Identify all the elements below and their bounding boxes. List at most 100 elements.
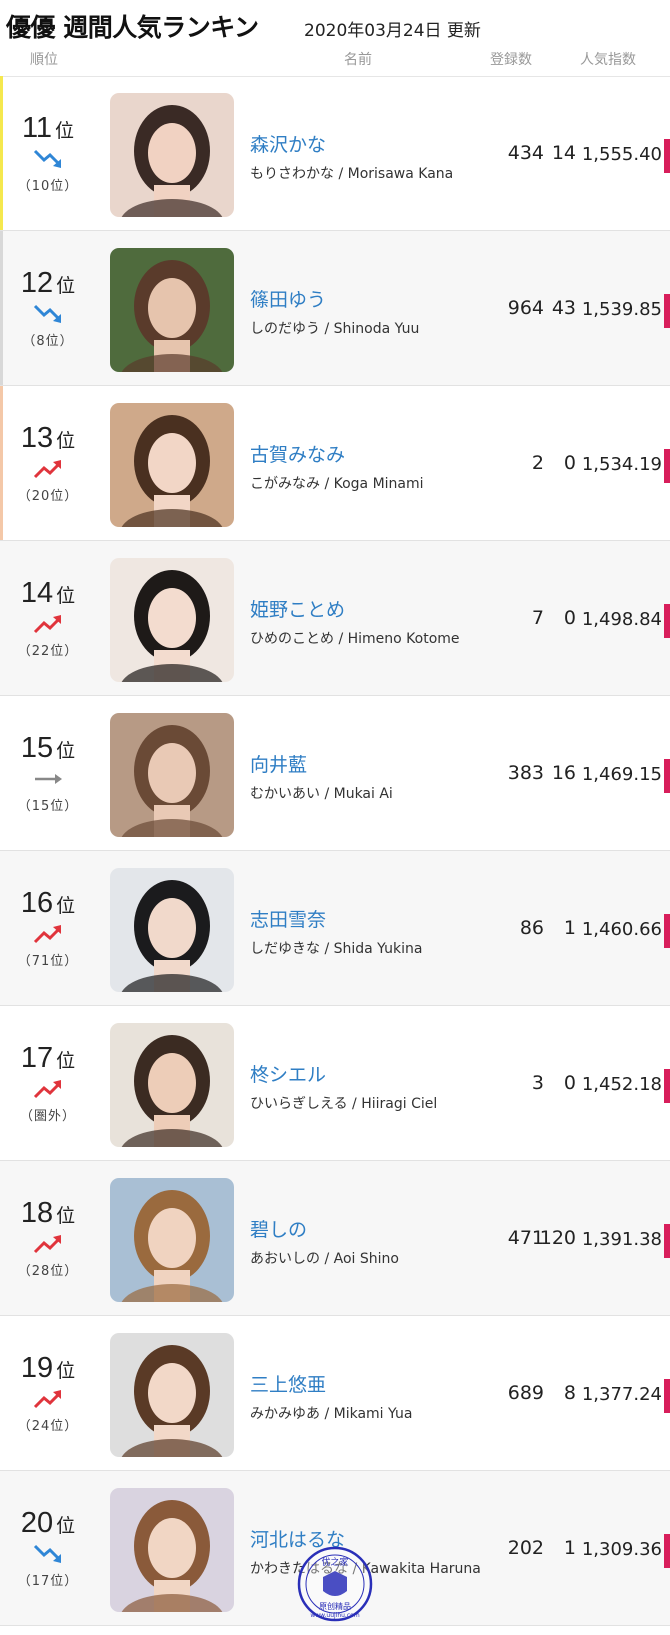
column-name: 名前 xyxy=(344,52,372,68)
popularity-index: 1,309.36 xyxy=(581,1539,662,1560)
column-popularity: 人気指数 xyxy=(580,52,636,68)
ranking-row[interactable]: 16 位 （71位） 志田雪奈 しだゆきな / Shida Yukina 86 1… xyxy=(0,851,670,1006)
profile-photo[interactable] xyxy=(110,403,234,527)
rank-cell: 12 位 （8位） xyxy=(0,267,96,349)
actress-name-link[interactable]: 柊シエル xyxy=(250,1060,490,1087)
previous-rank: （28位） xyxy=(17,1264,79,1279)
actress-name-link[interactable]: 向井藍 xyxy=(250,750,490,777)
popularity-index: 1,555.40 xyxy=(581,144,662,165)
actress-reading: みかみゆあ / Mikami Yua xyxy=(250,1406,413,1422)
rank-cell: 11 位 （10位） xyxy=(0,112,96,194)
registration-count: 471 xyxy=(507,1227,544,1249)
registration-change: 8 xyxy=(563,1382,576,1404)
ranking-row[interactable]: 11 位 （10位） 森沢かな もりさわかな / Morisawa Kana 43… xyxy=(0,76,670,231)
previous-rank: （24位） xyxy=(17,1419,79,1434)
registration-count: 3 xyxy=(531,1072,544,1094)
ranking-row[interactable]: 12 位 （8位） 篠田ゆう しのだゆう / Shinoda Yuu 964 43… xyxy=(0,231,670,386)
rank-number: 15 xyxy=(20,732,54,764)
column-registrations: 登録数 xyxy=(490,52,532,68)
actress-name-link[interactable]: 碧しの xyxy=(250,1215,490,1242)
profile-photo[interactable] xyxy=(110,558,234,682)
popularity-index: 1,460.66 xyxy=(581,919,662,940)
popularity-index: 1,498.84 xyxy=(581,609,662,630)
rank-suffix: 位 xyxy=(56,740,76,762)
ranking-row[interactable]: 19 位 （24位） 三上悠亜 みかみゆあ / Mikami Yua 689 8 … xyxy=(0,1316,670,1471)
actress-reading: しだゆきな / Shida Yukina xyxy=(250,941,423,957)
ranking-row[interactable]: 17 位 （圏外） 柊シエル ひいらぎしえる / Hiiragi Ciel 3 0… xyxy=(0,1006,670,1161)
actress-name-link[interactable]: 古賀みなみ xyxy=(250,440,490,467)
previous-rank: （20位） xyxy=(17,489,79,504)
registration-count: 964 xyxy=(507,297,544,319)
registration-count: 202 xyxy=(507,1537,544,1559)
trend-icon xyxy=(0,1387,96,1415)
rank-suffix: 位 xyxy=(56,430,76,452)
actress-reading: ひめのことめ / Himeno Kotome xyxy=(250,631,460,647)
profile-photo[interactable] xyxy=(110,1178,234,1302)
actress-name-link[interactable]: 志田雪奈 xyxy=(250,905,490,932)
trend-icon xyxy=(0,457,96,485)
popularity-index: 1,391.38 xyxy=(581,1229,662,1250)
previous-rank: （15位） xyxy=(17,799,79,814)
rank-number: 18 xyxy=(20,1197,54,1229)
profile-photo[interactable] xyxy=(110,868,234,992)
trend-icon xyxy=(0,922,96,950)
trend-icon xyxy=(0,302,96,330)
trend-icon xyxy=(0,1232,96,1260)
profile-photo[interactable] xyxy=(110,248,234,372)
watermark-bottom-text: 原创精品 xyxy=(319,1601,351,1611)
popularity-index: 1,534.19 xyxy=(581,454,662,475)
rank-cell: 16 位 （71位） xyxy=(0,887,96,969)
watermark-top-text: 优之家 xyxy=(321,1556,348,1568)
registration-change: 14 xyxy=(551,142,576,164)
page-header: 優優 週間人気ランキン 2020年03月24日 更新 xyxy=(0,0,670,48)
registration-change: 0 xyxy=(563,1072,576,1094)
ranking-row[interactable]: 15 位 （15位） 向井藍 むかいあい / Mukai Ai 383 16 1,… xyxy=(0,696,670,851)
previous-rank: （22位） xyxy=(17,644,79,659)
watermark-url: www.uujihu.com xyxy=(310,1612,360,1619)
previous-rank: （圏外） xyxy=(19,1109,76,1124)
trend-icon xyxy=(0,1077,96,1105)
popularity-bar xyxy=(664,604,670,638)
rank-suffix: 位 xyxy=(56,585,76,607)
profile-photo[interactable] xyxy=(110,1488,234,1612)
rank-cell: 14 位 （22位） xyxy=(0,577,96,659)
rank-cell: 17 位 （圏外） xyxy=(0,1042,96,1124)
registration-change: 16 xyxy=(551,762,576,784)
update-date: 2020年03月24日 更新 xyxy=(304,21,481,41)
ranking-list: 11 位 （10位） 森沢かな もりさわかな / Morisawa Kana 43… xyxy=(0,76,670,1626)
actress-reading: ひいらぎしえる / Hiiragi Ciel xyxy=(250,1096,438,1112)
popularity-bar xyxy=(664,1069,670,1103)
rank-number: 14 xyxy=(20,577,54,609)
profile-photo[interactable] xyxy=(110,93,234,217)
registration-change: 1 xyxy=(563,1537,576,1559)
popularity-bar xyxy=(664,139,670,173)
actress-name-link[interactable]: 篠田ゆう xyxy=(250,285,490,312)
registration-change: 120 xyxy=(539,1227,576,1249)
registration-change: 0 xyxy=(563,607,576,629)
rank-cell: 18 位 （28位） xyxy=(0,1197,96,1279)
previous-rank: （10位） xyxy=(17,179,79,194)
registration-count: 434 xyxy=(507,142,544,164)
actress-reading: あおいしの / Aoi Shino xyxy=(250,1251,399,1267)
popularity-bar xyxy=(664,1379,670,1413)
popularity-bar xyxy=(664,914,670,948)
actress-reading: こがみなみ / Koga Minami xyxy=(250,476,424,492)
ranking-row[interactable]: 18 位 （28位） 碧しの あおいしの / Aoi Shino 471 120 … xyxy=(0,1161,670,1316)
registration-count: 689 xyxy=(507,1382,544,1404)
actress-name-link[interactable]: 森沢かな xyxy=(250,130,490,157)
popularity-bar xyxy=(664,1224,670,1258)
actress-name-link[interactable]: 三上悠亜 xyxy=(250,1370,490,1397)
popularity-index: 1,377.24 xyxy=(581,1384,662,1405)
ranking-row[interactable]: 13 位 （20位） 古賀みなみ こがみなみ / Koga Minami 2 0 … xyxy=(0,386,670,541)
ranking-row[interactable]: 14 位 （22位） 姫野ことめ ひめのことめ / Himeno Kotome 7… xyxy=(0,541,670,696)
actress-reading: もりさわかな / Morisawa Kana xyxy=(250,166,454,182)
popularity-bar xyxy=(664,449,670,483)
rank-suffix: 位 xyxy=(56,1360,76,1382)
actress-name-link[interactable]: 姫野ことめ xyxy=(250,595,490,622)
rank-number: 12 xyxy=(20,267,54,299)
profile-photo[interactable] xyxy=(110,1023,234,1147)
trend-icon xyxy=(0,1542,96,1570)
rank-cell: 13 位 （20位） xyxy=(0,422,96,504)
profile-photo[interactable] xyxy=(110,713,234,837)
profile-photo[interactable] xyxy=(110,1333,234,1457)
